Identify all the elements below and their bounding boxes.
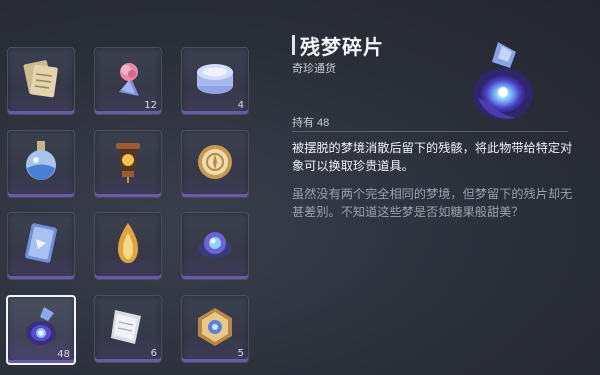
slot-count: 4 (237, 100, 244, 111)
inventory-slot-5[interactable] (94, 130, 162, 198)
inventory-slot-3[interactable]: 4 (181, 47, 249, 115)
rose-icon (119, 63, 139, 96)
paper-bundle-icon (23, 60, 58, 98)
dream-shard-large-icon (473, 42, 533, 120)
item-title: 残梦碎片 (300, 37, 384, 59)
golden-flame-icon (117, 223, 139, 263)
inventory-slot-7[interactable] (7, 212, 75, 280)
slot-count: 12 (144, 100, 157, 111)
blue-orb-icon (198, 232, 232, 258)
paper-strip-icon (111, 310, 141, 344)
inventory-slot-1[interactable] (7, 47, 75, 115)
inventory-slot-8[interactable] (94, 212, 162, 280)
inventory-slot-12[interactable]: 5 (181, 295, 249, 363)
inventory-slot-11[interactable]: 6 (94, 295, 162, 363)
hold-count: 持有 48 (292, 117, 330, 129)
inventory-slot-2[interactable]: 12 (94, 47, 162, 115)
inventory-slot-4[interactable] (7, 130, 75, 198)
item-description: 被摆脱的梦境消散后留下的残骸，将此物带给特定对象可以换取珍贵道具。 (292, 141, 573, 173)
inventory-slot-9[interactable] (181, 212, 249, 280)
blue-card-icon (25, 223, 57, 263)
inventory-slot-10-selected[interactable]: 48 (6, 295, 76, 365)
lantern-icon (116, 143, 140, 183)
slot-count: 6 (150, 348, 157, 359)
item-flavor-text: 虽然没有两个完全相同的梦境，但梦留下的残片却无甚差别。不知道这些梦是否如糖果般甜… (292, 187, 573, 219)
ornate-box-icon (198, 308, 232, 346)
slot-count: 5 (237, 348, 244, 359)
gold-coin-icon (198, 145, 232, 179)
potion-flask-icon (26, 141, 56, 180)
title-accent-bar (292, 35, 295, 55)
divider (292, 131, 568, 132)
dream-shard-icon (26, 307, 56, 345)
jar-icon (197, 64, 233, 94)
slot-count: 48 (57, 349, 70, 360)
inventory-slot-6[interactable] (181, 130, 249, 198)
item-category: 奇珍通货 (292, 63, 336, 75)
